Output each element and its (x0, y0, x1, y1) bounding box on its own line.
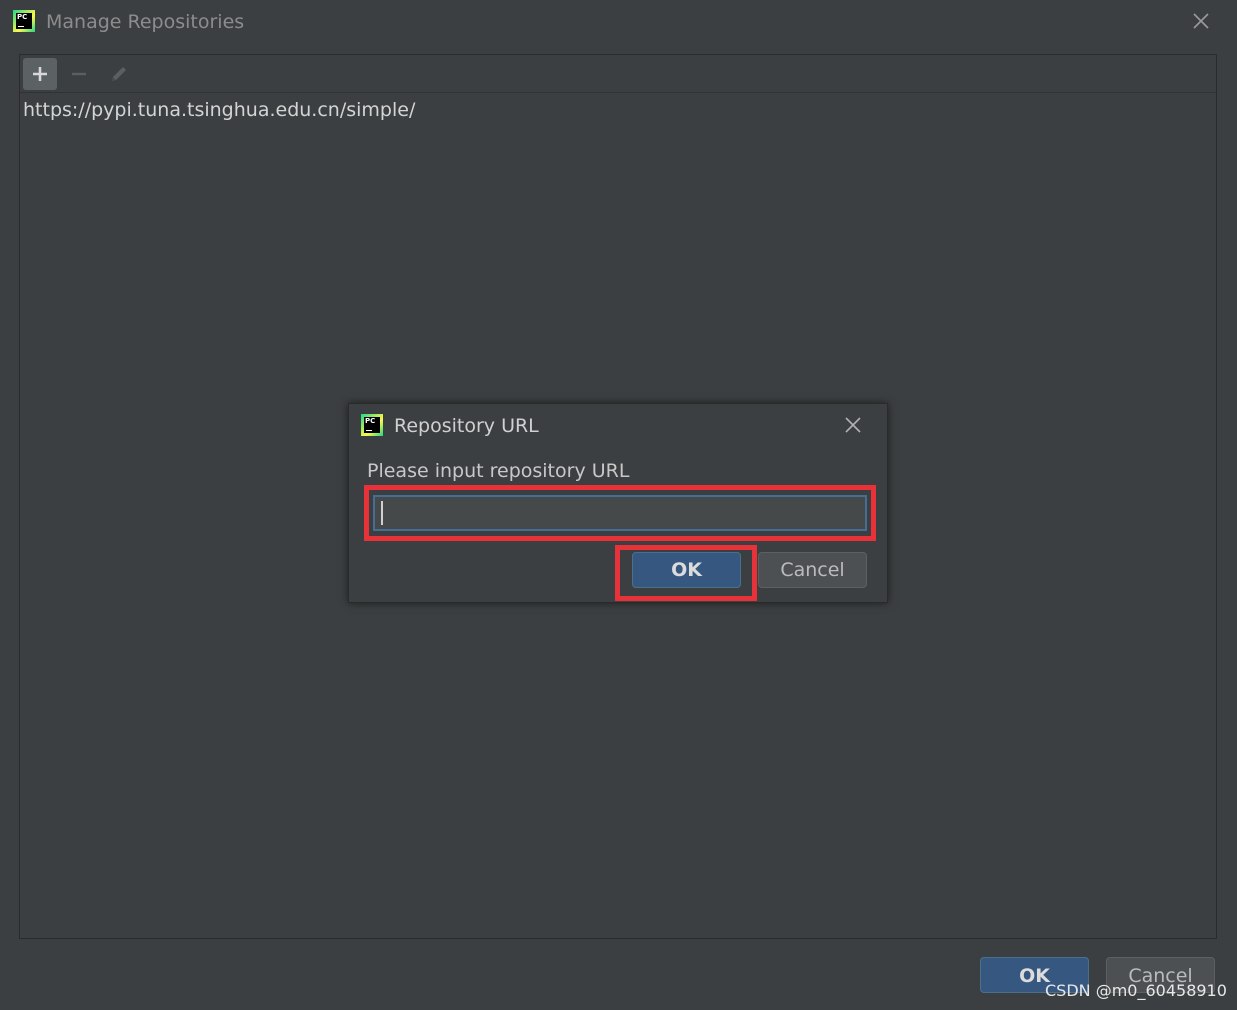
dialog-cancel-button[interactable]: Cancel (758, 552, 867, 588)
add-repository-button[interactable] (23, 58, 57, 90)
minus-icon (72, 72, 86, 76)
app-icon-label: PC (17, 13, 28, 21)
pycharm-icon: PC (13, 10, 35, 32)
plus-icon (33, 67, 47, 81)
list-item[interactable]: https://pypi.tuna.tsinghua.edu.cn/simple… (20, 93, 1216, 127)
dialog-title: Repository URL (394, 415, 539, 437)
repository-list: https://pypi.tuna.tsinghua.edu.cn/simple… (20, 93, 1216, 127)
dialog-app-icon-label: PC (365, 417, 376, 425)
pycharm-icon: PC (361, 414, 383, 436)
list-toolbar (20, 55, 1216, 93)
close-icon[interactable] (843, 415, 863, 435)
remove-repository-button[interactable] (62, 58, 96, 90)
manage-repositories-window: PC Manage Repositories https://pypi.tuna… (0, 0, 1237, 1010)
window-titlebar: PC Manage Repositories (0, 0, 1237, 44)
close-icon[interactable] (1191, 11, 1211, 31)
repository-url-input[interactable] (373, 495, 867, 531)
dialog-ok-button[interactable]: OK (632, 552, 741, 588)
dialog-prompt: Please input repository URL (367, 460, 630, 482)
repository-url-dialog: PC Repository URL Please input repositor… (348, 403, 888, 603)
pencil-icon (112, 67, 126, 81)
window-title: Manage Repositories (46, 11, 245, 33)
edit-repository-button[interactable] (102, 58, 136, 90)
text-caret (381, 501, 383, 525)
watermark: CSDN @m0_60458910 (1045, 981, 1227, 1000)
